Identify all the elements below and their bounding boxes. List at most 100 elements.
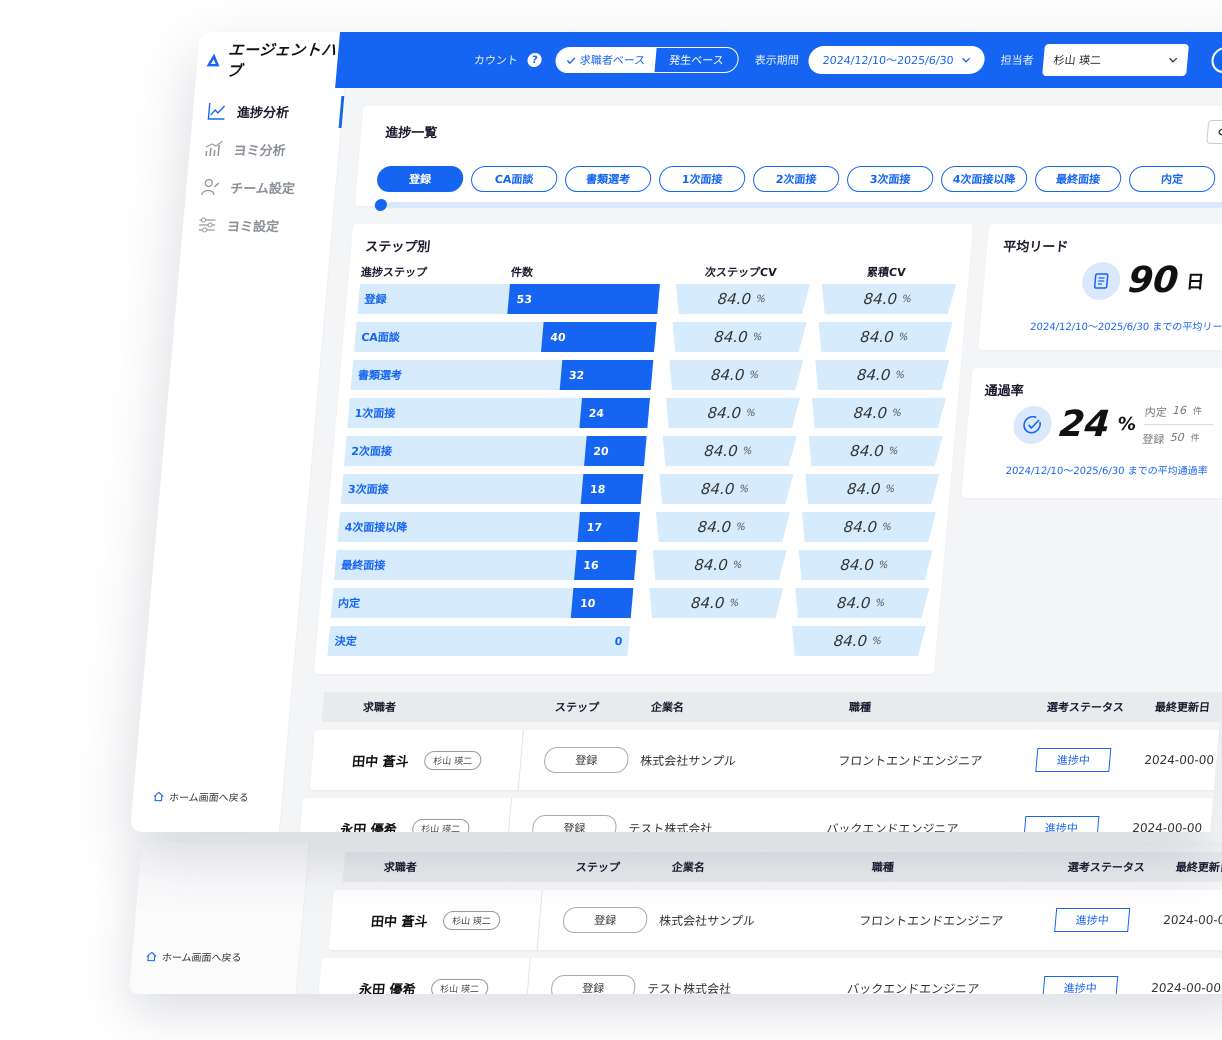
reg-label: 登録 <box>1141 433 1165 446</box>
pass-rate-title: 通過率 <box>983 384 1025 399</box>
owner-select[interactable]: 杉山 瑛二 <box>1042 44 1189 76</box>
reg-unit: 件 <box>1189 434 1200 444</box>
help-icon[interactable]: ? <box>527 53 543 67</box>
step-name: 3次面接 <box>340 474 584 504</box>
cumulative-cv-cell: 84.0% <box>799 512 936 542</box>
step-tabs: 登録CA面談書類選考1次面接2次面接3次面接4次面接以降最終面接内定決定 <box>376 166 1222 192</box>
next-step-cv-unit: % <box>755 293 767 305</box>
offer-unit: 件 <box>1192 407 1203 417</box>
check-icon <box>567 56 576 64</box>
bg-table-header: 求職者 ステップ 企業名 職種 選考ステータス 最終更新日 <box>342 852 1222 882</box>
cumulative-cv-cell: 84.0% <box>813 360 950 390</box>
cumulative-cv-cell: 84.0% <box>803 474 940 504</box>
bg-table-row[interactable]: 永田 優希 杉山 瑛二 登録 テスト株式会社 バックエンドエンジニア 進捗中 2… <box>316 958 1222 995</box>
sidebar-item-forecast-settings[interactable]: ヨミ設定 <box>181 206 333 244</box>
period-select[interactable]: 2024/12/10〜2025/6/30 <box>807 46 986 74</box>
step-tab[interactable]: CA面談 <box>470 166 559 192</box>
owner-value: 杉山 瑛二 <box>1052 54 1102 67</box>
offer-label: 内定 <box>1144 406 1168 419</box>
bg-candidate-name[interactable]: 永田 優希 <box>358 979 416 995</box>
progress-title: 進捗一覧 <box>384 126 438 141</box>
row-divider <box>517 730 524 790</box>
eye-icon <box>1218 128 1222 136</box>
col-cv-header: 次ステップCV <box>704 266 778 279</box>
user-avatar[interactable] <box>1210 47 1222 73</box>
home-link[interactable]: ホーム画面へ戻る <box>152 789 249 804</box>
status-tag[interactable]: 進捗中 <box>1035 748 1112 772</box>
status-tag[interactable]: 進捗中 <box>1023 816 1100 832</box>
count-toggle[interactable]: 求職者ベース 発生ベース <box>554 47 740 73</box>
pass-rate-breakdown: 内定 16 件 登録 50 件 <box>1142 404 1216 447</box>
brand[interactable]: エージェントハブ <box>195 32 340 88</box>
avg-lead-card: 平均リード 90 日 2024/12/10〜2025/6/30 までの平均リード <box>978 224 1222 350</box>
view-button[interactable]: 表示 <box>1206 120 1222 144</box>
avg-lead-title: 平均リード <box>1002 240 1069 255</box>
sidebar-item-label: ヨミ設定 <box>226 219 280 235</box>
step-tag: 登録 <box>531 815 618 832</box>
main-content: 進捗一覧 表示 登録CA面談書類選考1次面接2次面接3次面接4次面接以降最終面接… <box>280 88 1222 832</box>
updated-date: 2024-00-00 <box>1131 821 1203 832</box>
sidebar-item-team[interactable]: チーム設定 <box>185 168 337 206</box>
pass-rate-note: 2024/12/10〜2025/6/30 までの平均通過率 <box>1005 466 1209 477</box>
sidebar-item-progress[interactable]: 進捗分析 <box>191 92 343 130</box>
step-name: 内定 <box>330 588 574 618</box>
step-row: 3次面接 18 84.0% 84.0% <box>340 474 944 504</box>
col-cum-header: 累積CV <box>866 266 907 279</box>
candidate-name[interactable]: 永田 優希 <box>340 819 398 833</box>
step-tab[interactable]: 内定 <box>1128 166 1217 192</box>
count-toggle-inactive[interactable]: 発生ベース <box>654 48 739 72</box>
bg-col-status: 選考ステータス <box>1067 861 1146 874</box>
step-tab[interactable]: 2次面接 <box>752 166 841 192</box>
bg-status-tag[interactable]: 進捗中 <box>1042 976 1119 994</box>
bg-row-divider <box>524 958 531 994</box>
step-count-bar: 24 <box>579 398 650 428</box>
job-type: バックエンドエンジニア <box>825 821 959 833</box>
owner-tag: 杉山 瑛二 <box>411 818 471 832</box>
cumulative-cv-cell: 84.0% <box>819 284 956 314</box>
step-row: 決定 0 84.0% <box>327 626 930 656</box>
bg-updated: 2024-00-00 <box>1150 981 1222 994</box>
step-tab[interactable]: 書類選考 <box>564 166 653 192</box>
table-row[interactable]: 永田 優希 杉山 瑛二 登録 テスト株式会社 バックエンドエンジニア 進捗中 2… <box>297 798 1222 833</box>
col-candidate: 求職者 <box>362 701 397 714</box>
updated-date: 2024-00-00 <box>1143 753 1215 767</box>
step-tab[interactable]: 最終面接 <box>1034 166 1123 192</box>
next-step-cv-value: 84.0 <box>700 480 736 498</box>
bg-sidebar: ホーム画面へ戻る <box>128 842 310 994</box>
step-name: 1次面接 <box>347 398 582 428</box>
cumulative-cv-unit: % <box>871 635 883 647</box>
progress-track[interactable] <box>374 199 1222 211</box>
table-row[interactable]: 田中 蒼斗 杉山 瑛二 登録 株式会社サンプル フロントエンドエンジニア 進捗中… <box>309 730 1222 790</box>
cumulative-cv-value: 84.0 <box>846 480 882 498</box>
step-row: CA面談 40 84.0% 84.0% <box>354 322 957 352</box>
next-step-cv-value: 84.0 <box>693 556 729 574</box>
next-step-cv-unit: % <box>729 597 740 609</box>
avg-lead-unit: 日 <box>1185 271 1206 293</box>
bg-table-row[interactable]: 田中 蒼斗 杉山 瑛二 登録 株式会社サンプル フロントエンドエンジニア 進捗中… <box>328 890 1222 950</box>
cumulative-cv-value: 84.0 <box>852 404 888 422</box>
progress-track-handle[interactable] <box>374 199 388 211</box>
step-tab[interactable]: 登録 <box>376 166 465 192</box>
cumulative-cv-unit: % <box>888 445 899 457</box>
bg-owner-tag: 杉山 瑛二 <box>442 910 501 930</box>
avg-lead-value: 90 <box>1126 260 1181 301</box>
avg-lead-value-row: 90 日 <box>1080 260 1206 301</box>
line-chart-icon <box>206 101 228 121</box>
step-tab[interactable]: 1次面接 <box>658 166 747 192</box>
owner-tag: 杉山 瑛二 <box>423 750 483 770</box>
col-status: 選考ステータス <box>1046 701 1125 714</box>
count-toggle-active[interactable]: 求職者ベース <box>555 48 657 72</box>
next-step-cv-value: 84.0 <box>710 366 746 384</box>
cumulative-cv-cell: 84.0% <box>789 626 926 656</box>
bg-col-updated: 最終更新日 <box>1175 861 1222 874</box>
step-tab[interactable]: 4次面接以降 <box>940 166 1029 192</box>
bg-status-tag[interactable]: 進捗中 <box>1054 908 1131 932</box>
bg-home-link[interactable]: ホーム画面へ戻る <box>145 949 242 964</box>
bg-owner-tag: 杉山 瑛二 <box>430 978 489 994</box>
pass-rate-unit: % <box>1116 414 1137 435</box>
bg-candidate-name[interactable]: 田中 蒼斗 <box>370 911 428 930</box>
step-tab[interactable]: 3次面接 <box>846 166 935 192</box>
candidate-name[interactable]: 田中 蒼斗 <box>351 751 409 770</box>
company-name: 株式会社サンプル <box>639 753 737 768</box>
sidebar-item-forecast[interactable]: ヨミ分析 <box>188 130 340 168</box>
